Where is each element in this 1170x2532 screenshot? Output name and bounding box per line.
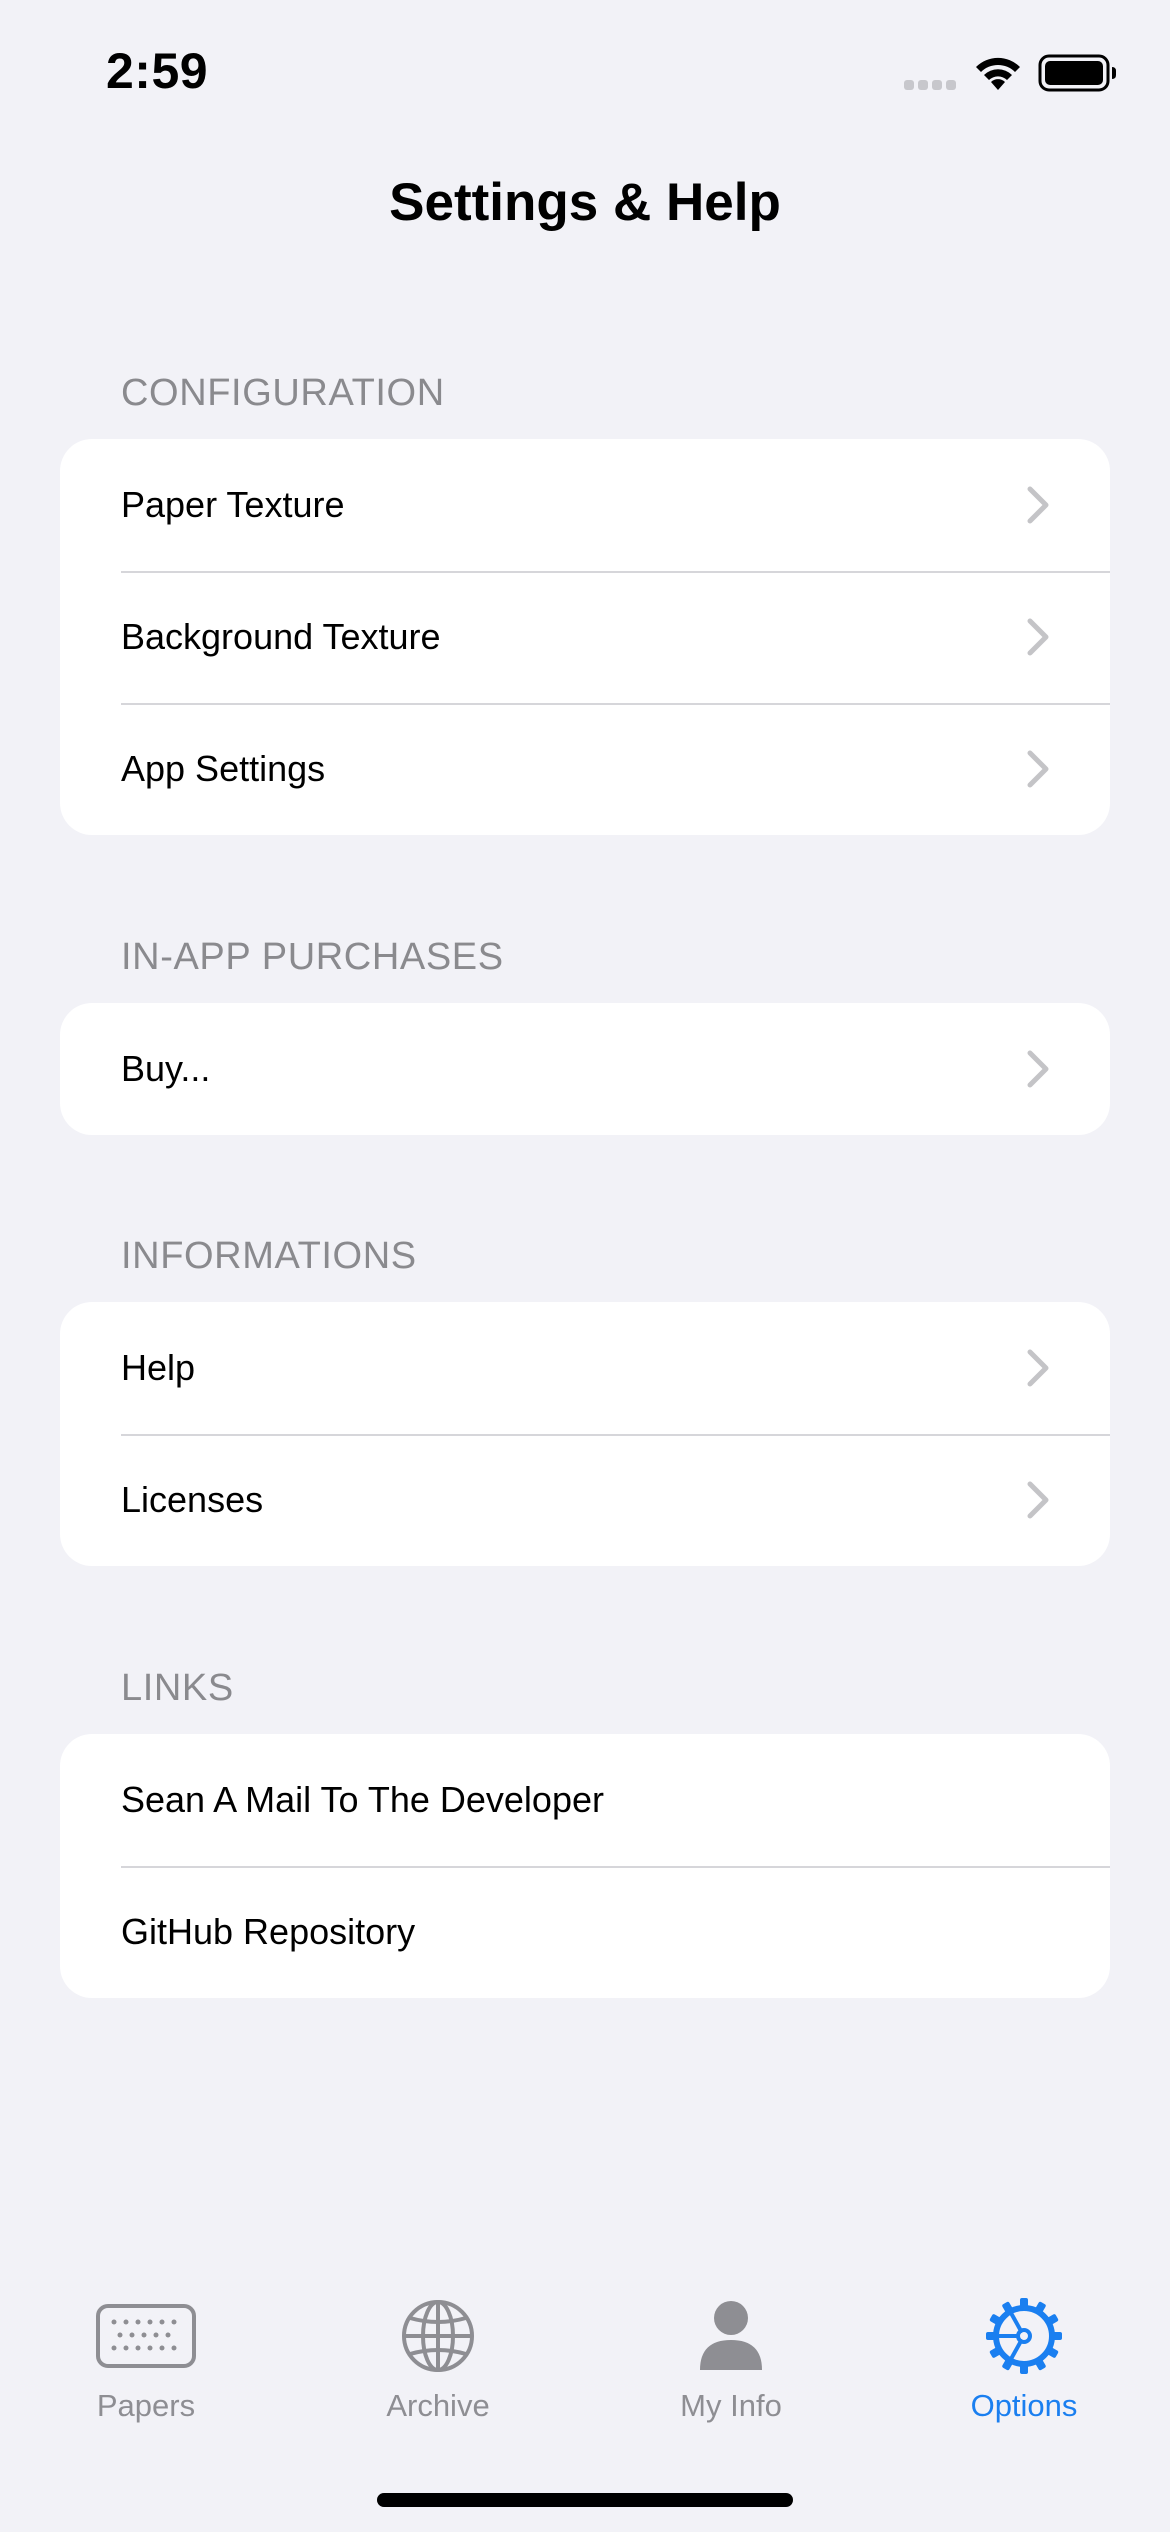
purchases-group: Buy... <box>60 1003 1110 1135</box>
row-label: GitHub Repository <box>121 1911 416 1952</box>
row-paper-texture[interactable]: Paper Texture <box>60 439 1110 571</box>
chevron-right-icon <box>1027 486 1049 524</box>
configuration-group: Paper Texture Background Texture App Set… <box>60 439 1110 835</box>
keyboard-icon <box>96 2304 196 2368</box>
row-help[interactable]: Help <box>60 1302 1110 1434</box>
row-buy[interactable]: Buy... <box>60 1003 1110 1135</box>
row-label: Background Texture <box>121 616 441 657</box>
wifi-icon <box>976 57 1020 90</box>
tab-label: My Info <box>680 2388 782 2423</box>
cellular-signal-icon <box>904 80 956 90</box>
tab-my-info[interactable]: My Info <box>631 2296 831 2424</box>
page-title: Settings & Help <box>389 173 781 232</box>
row-label: Paper Texture <box>121 484 345 525</box>
gear-icon <box>986 2298 1062 2374</box>
row-label: App Settings <box>121 748 326 789</box>
row-label: Licenses <box>121 1479 264 1520</box>
globe-icon <box>402 2300 474 2372</box>
row-label: Sean A Mail To The Developer <box>121 1779 604 1820</box>
row-app-settings[interactable]: App Settings <box>60 703 1110 835</box>
tab-label: Options <box>970 2388 1078 2423</box>
informations-group: Help Licenses <box>60 1302 1110 1566</box>
tab-archive[interactable]: Archive <box>338 2296 538 2424</box>
chevron-right-icon <box>1027 1481 1049 1519</box>
section-header-configuration: CONFIGURATION <box>121 372 445 414</box>
chevron-right-icon <box>1027 1050 1049 1088</box>
row-github-repository[interactable]: GitHub Repository <box>60 1866 1110 1998</box>
tab-papers[interactable]: Papers <box>46 2296 246 2424</box>
chevron-right-icon <box>1027 750 1049 788</box>
section-header-purchases: IN-APP PURCHASES <box>121 936 504 978</box>
battery-icon <box>1038 54 1116 92</box>
chevron-right-icon <box>1027 1349 1049 1387</box>
row-background-texture[interactable]: Background Texture <box>60 571 1110 703</box>
status-bar: 2:59 <box>0 0 1170 140</box>
row-mail-developer[interactable]: Sean A Mail To The Developer <box>60 1734 1110 1866</box>
tab-label: Archive <box>386 2388 490 2423</box>
person-icon <box>700 2301 762 2370</box>
row-licenses[interactable]: Licenses <box>60 1434 1110 1566</box>
row-label: Buy... <box>121 1048 211 1089</box>
links-group: Sean A Mail To The Developer GitHub Repo… <box>60 1734 1110 1998</box>
tab-options[interactable]: Options <box>924 2296 1124 2424</box>
chevron-right-icon <box>1027 618 1049 656</box>
section-header-informations: INFORMATIONS <box>121 1235 417 1277</box>
status-time: 2:59 <box>106 43 209 99</box>
section-header-links: LINKS <box>121 1667 234 1709</box>
row-label: Help <box>121 1347 196 1388</box>
tab-label: Papers <box>96 2388 196 2423</box>
home-indicator <box>377 2493 793 2507</box>
